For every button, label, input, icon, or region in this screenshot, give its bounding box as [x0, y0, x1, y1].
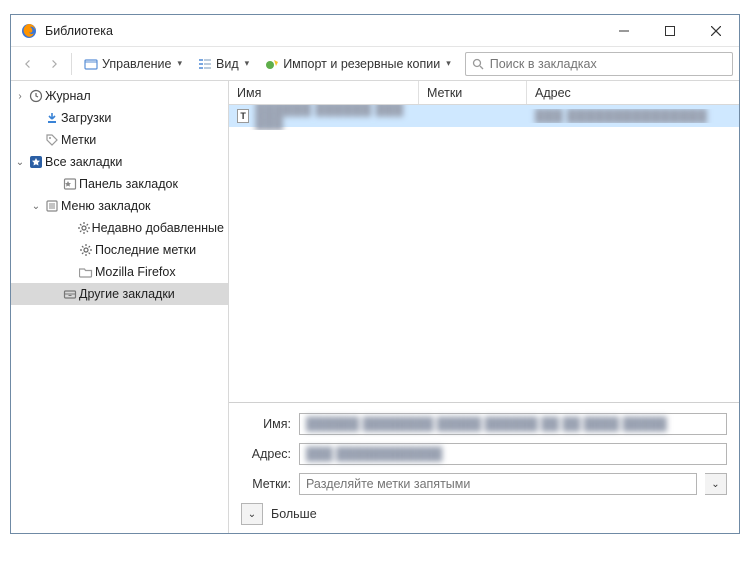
bookmark-list[interactable]: T ██████ ██████ ███ ███ ███ ████████████… — [229, 105, 739, 402]
tree-mozilla-folder[interactable]: Mozilla Firefox — [11, 261, 228, 283]
manage-label: Управление — [102, 57, 172, 71]
collapse-icon[interactable]: ⌄ — [29, 201, 43, 212]
star-icon — [27, 155, 45, 169]
tree-bookmarks-toolbar[interactable]: Панель закладок — [11, 173, 228, 195]
import-label: Импорт и резервные копии — [283, 57, 440, 71]
manage-menu[interactable]: Управление ▾ — [78, 54, 188, 74]
gear-icon — [77, 243, 95, 257]
tree-label: Последние метки — [95, 243, 196, 257]
col-name[interactable]: Имя — [229, 81, 419, 104]
details-name-field[interactable]: ██████ ████████ █████ ██████ ██ ██ ████ … — [299, 413, 727, 435]
main-area: › Журнал Загрузки Метки ⌄ Все закладки — [11, 81, 739, 533]
sidebar: › Журнал Загрузки Метки ⌄ Все закладки — [11, 81, 229, 533]
tree-recent[interactable]: Недавно добавленные — [11, 217, 228, 239]
col-address[interactable]: Адрес — [527, 81, 739, 104]
more-label: Больше — [271, 507, 317, 521]
details-pane: Имя: ██████ ████████ █████ ██████ ██ ██ … — [229, 402, 739, 533]
bookmarks-menu-icon — [43, 199, 61, 213]
tree-all-bookmarks[interactable]: ⌄ Все закладки — [11, 151, 228, 173]
tags-dropdown-button[interactable]: ⌄ — [705, 473, 727, 495]
col-tags[interactable]: Метки — [419, 81, 527, 104]
column-headers: Имя Метки Адрес — [229, 81, 739, 105]
more-toggle-button[interactable]: ⌄ — [241, 503, 263, 525]
minimize-button[interactable] — [601, 15, 647, 46]
tree-other-bookmarks[interactable]: Другие закладки — [11, 283, 228, 305]
tag-icon — [43, 133, 61, 147]
tree-tags[interactable]: Метки — [11, 129, 228, 151]
close-button[interactable] — [693, 15, 739, 46]
chevron-down-icon: ▾ — [245, 58, 250, 69]
content-pane: Имя Метки Адрес T ██████ ██████ ███ ███ … — [229, 81, 739, 533]
tree-label: Загрузки — [61, 111, 111, 125]
search-input[interactable] — [490, 57, 726, 71]
details-address-label: Адрес: — [241, 447, 291, 461]
tree-label: Mozilla Firefox — [95, 265, 176, 279]
titlebar: Библиотека — [11, 15, 739, 47]
toolbar: Управление ▾ Вид ▾ Импорт и резервные ко… — [11, 47, 739, 81]
details-tags-label: Метки: — [241, 477, 291, 491]
tree-downloads[interactable]: Загрузки — [11, 107, 228, 129]
view-menu[interactable]: Вид ▾ — [192, 54, 255, 74]
tree-label: Меню закладок — [61, 199, 151, 213]
nav-back-button[interactable] — [17, 54, 39, 74]
import-icon — [265, 57, 279, 71]
download-icon — [43, 111, 61, 125]
window-title: Библиотека — [45, 24, 601, 38]
tree-label: Метки — [61, 133, 96, 147]
bookmarks-toolbar-icon — [61, 177, 79, 191]
tree-recent-tags[interactable]: Последние метки — [11, 239, 228, 261]
collapse-icon[interactable]: ⌄ — [13, 157, 27, 168]
details-name-label: Имя: — [241, 417, 291, 431]
view-icon — [198, 57, 212, 71]
list-item[interactable]: T ██████ ██████ ███ ███ ███ ████████████… — [229, 105, 739, 127]
tree-bookmarks-menu[interactable]: ⌄ Меню закладок — [11, 195, 228, 217]
details-tags-field[interactable] — [299, 473, 697, 495]
chevron-down-icon: ▾ — [446, 58, 451, 69]
drawer-icon — [61, 287, 79, 301]
search-field[interactable] — [465, 52, 733, 76]
bookmark-type-icon: T — [237, 109, 249, 123]
chevron-down-icon: ▾ — [178, 58, 183, 69]
tree-label: Панель закладок — [79, 177, 178, 191]
details-address-field[interactable]: ███ ████████████ — [299, 443, 727, 465]
firefox-icon — [21, 23, 37, 39]
folder-icon — [77, 265, 95, 279]
bookmark-name: ██████ ██████ ███ ███ — [255, 105, 411, 130]
bookmark-address: ███ ███████████████ — [535, 109, 707, 123]
tree-label: Недавно добавленные — [92, 221, 224, 235]
tree-label: Все закладки — [45, 155, 122, 169]
tree-label: Другие закладки — [79, 287, 175, 301]
library-window: Библиотека Управление ▾ Вид ▾ Импорт и р… — [10, 14, 740, 534]
tree-label: Журнал — [45, 89, 91, 103]
maximize-button[interactable] — [647, 15, 693, 46]
clock-icon — [27, 89, 45, 103]
import-menu[interactable]: Импорт и резервные копии ▾ — [259, 54, 457, 74]
nav-forward-button[interactable] — [43, 54, 65, 74]
search-icon — [472, 58, 484, 70]
view-label: Вид — [216, 57, 239, 71]
tree-journal[interactable]: › Журнал — [11, 85, 228, 107]
expand-icon[interactable]: › — [13, 91, 27, 102]
tags-input[interactable] — [306, 477, 690, 491]
manage-icon — [84, 57, 98, 71]
gear-icon — [76, 221, 92, 235]
separator — [71, 53, 72, 75]
